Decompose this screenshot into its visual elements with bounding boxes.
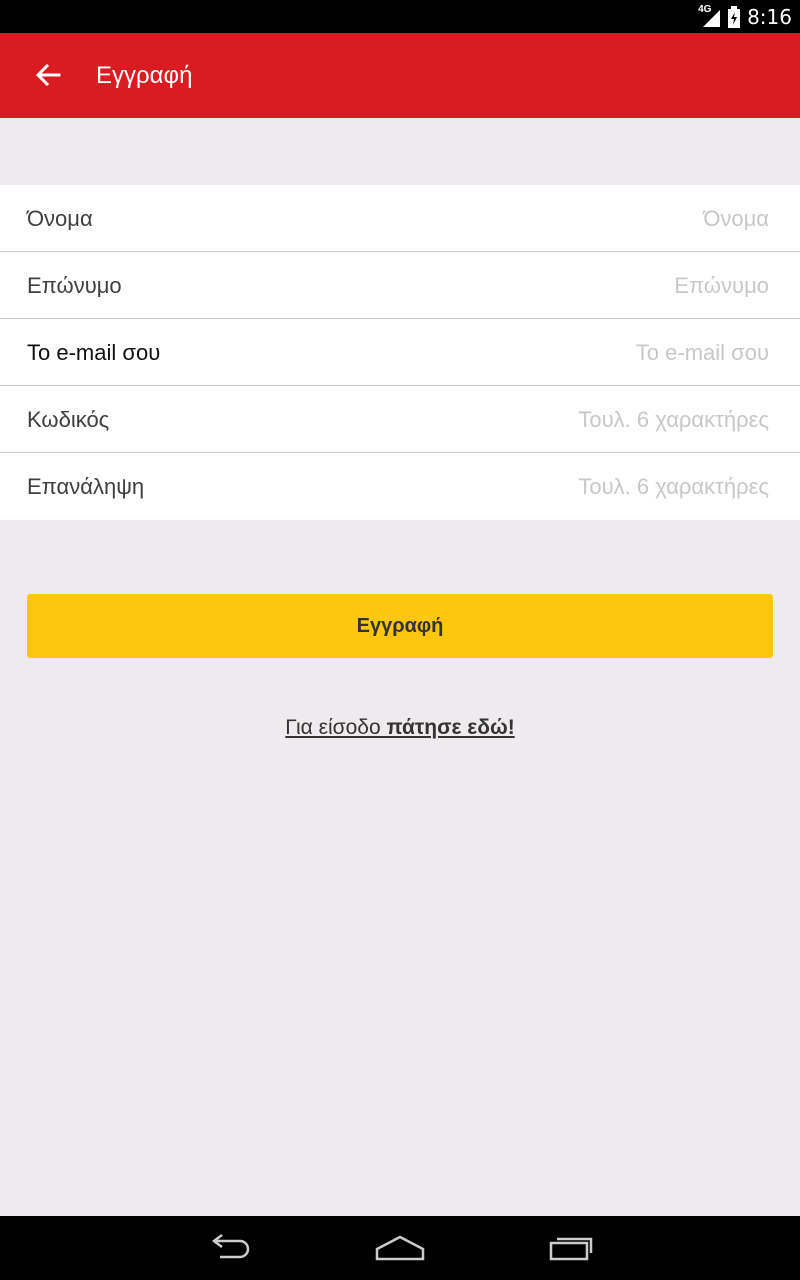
password-label: Κωδικός	[27, 407, 110, 432]
password-repeat-label: Επανάληψη	[27, 474, 145, 499]
password-repeat-input[interactable]	[409, 453, 769, 520]
register-button[interactable]: Εγγραφή	[27, 594, 773, 658]
password-input[interactable]	[409, 386, 769, 453]
password-row: Κωδικός	[0, 386, 800, 453]
status-time: 8:16	[747, 4, 792, 29]
password-repeat-row: Επανάληψη	[0, 453, 800, 520]
signal-icon: 4G	[698, 4, 721, 28]
battery-icon	[727, 5, 741, 28]
login-link-emphasis: πάτησε εδώ!	[386, 716, 515, 739]
status-bar: 4G 8:16	[0, 0, 800, 33]
recents-icon	[549, 1237, 593, 1261]
email-label: Το e-mail σου	[27, 340, 161, 365]
last-name-input[interactable]	[409, 252, 769, 319]
email-input[interactable]	[409, 319, 769, 386]
app-bar: Εγγραφή	[0, 33, 800, 118]
last-name-label: Επώνυμο	[27, 273, 122, 298]
first-name-row: Όνομα	[0, 185, 800, 252]
login-link-prefix: Για είσοδο	[285, 716, 387, 739]
page-title: Εγγραφή	[96, 62, 193, 89]
registration-form: Όνομα Επώνυμο Το e-mail σου Κωδικός Επαν…	[0, 185, 800, 520]
system-nav-bar	[0, 1216, 800, 1280]
first-name-label: Όνομα	[27, 206, 93, 231]
nav-recents-button[interactable]	[531, 1228, 611, 1268]
login-link[interactable]: Για είσοδο πάτησε εδώ!	[285, 716, 514, 739]
arrow-back-icon	[35, 63, 61, 87]
back-icon	[211, 1234, 250, 1259]
nav-back-button[interactable]	[190, 1228, 270, 1268]
home-icon	[375, 1235, 425, 1261]
login-link-container: Για είσοδο πάτησε εδώ!	[0, 716, 800, 740]
nav-home-button[interactable]	[360, 1228, 440, 1268]
email-row: Το e-mail σου	[0, 319, 800, 386]
last-name-row: Επώνυμο	[0, 252, 800, 319]
back-button[interactable]	[24, 53, 72, 97]
status-icons: 4G 8:16	[698, 0, 792, 33]
first-name-input[interactable]	[409, 185, 769, 252]
